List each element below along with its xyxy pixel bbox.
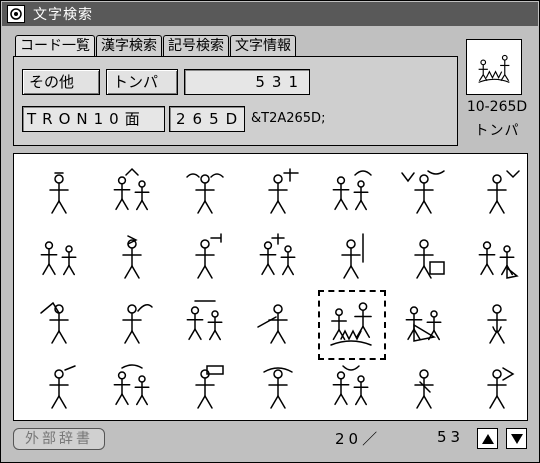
tomba-glyph-icon [113,363,149,405]
glyph-cell[interactable] [460,160,533,225]
tomba-glyph-icon [486,366,514,409]
tomba-glyph-icon [267,167,299,214]
tomba-glyph-icon [194,364,224,409]
window-title: 文字検索 [33,7,93,23]
escape-sequence-text: &T2A265D; [251,111,326,126]
code-list-panel: その他 トンパ 531 TRON10面 265D &T2A265D; [13,56,458,146]
tomba-glyph-icon [113,167,149,210]
preview-code-label: 10-265D [466,99,528,115]
character-grid-frame [13,153,528,421]
tab-char-info[interactable]: 文字情報 [230,35,296,57]
tomba-glyph-icon [332,364,368,405]
plane-field[interactable]: TRON10面 [22,106,165,132]
tomba-glyph-icon [39,301,69,344]
glyph-cell[interactable] [22,225,95,290]
glyph-cell[interactable] [22,355,95,420]
glyph-cell[interactable] [95,290,168,355]
tomba-glyph-icon [186,299,222,340]
glyph-cell[interactable] [387,225,460,290]
glyph-cell[interactable] [460,290,533,355]
arrow-up-icon [481,433,494,444]
glyph-cell[interactable] [168,160,241,225]
tab-kanji-search[interactable]: 漢字検索 [96,35,162,57]
tomba-glyph-icon [48,171,69,214]
glyph-cell[interactable] [241,290,314,355]
glyph-cell[interactable] [95,225,168,290]
external-dictionary-button[interactable]: 外部辞書 [13,428,105,450]
glyph-cell[interactable] [241,160,314,225]
tomba-glyph-icon [121,303,153,344]
tab-code-list[interactable]: コード一覧 [15,35,95,57]
tomba-glyph-icon [400,169,445,214]
glyph-cell[interactable] [168,290,241,355]
tomba-glyph-icon [340,232,364,279]
tomba-glyph-icon [478,240,519,279]
glyph-cell[interactable] [460,355,533,420]
glyph-cell[interactable] [22,290,95,355]
glyph-cell[interactable] [314,355,387,420]
glyph-cell[interactable] [387,355,460,420]
character-grid [22,160,533,420]
tomba-glyph-icon [40,240,76,275]
character-preview [466,39,522,95]
tomba-glyph-icon [486,303,507,344]
glyph-cell[interactable] [460,225,533,290]
glyph-cell[interactable] [168,355,241,420]
glyph-cell[interactable] [241,355,314,420]
tomba-glyph-icon [405,305,441,342]
glyph-cell[interactable] [387,160,460,225]
tomba-glyph-icon [185,172,224,214]
page-down-button[interactable] [506,428,527,449]
tomba-glyph-icon [329,301,372,346]
tomba-glyph-icon [259,232,295,275]
tomba-glyph-icon [194,232,222,279]
tomba-glyph-icon [413,368,434,409]
preview-name-label: トンパ [474,123,520,139]
code-field[interactable]: 265D [169,106,245,132]
tomba-glyph-icon [332,169,372,210]
glyph-cell[interactable] [95,355,168,420]
glyph-cell[interactable] [314,160,387,225]
glyph-cell[interactable] [22,160,95,225]
character-number-field[interactable]: 531 [184,69,310,95]
page-current: 20／ [335,430,382,448]
tomba-glyph-icon [486,169,520,214]
tab-bar: コード一覧 漢字検索 記号検索 文字情報 [15,35,297,57]
tomba-glyph-icon [48,364,76,409]
tomba-glyph-icon [413,238,445,279]
arrow-down-icon [510,433,523,444]
page-up-button[interactable] [477,428,498,449]
tomba-glyph-icon [121,234,142,279]
tab-symbol-search[interactable]: 記号検索 [163,35,229,57]
tomba-glyph-icon [262,366,293,409]
glyph-cell[interactable] [241,225,314,290]
tomba-glyph-icon [256,303,288,344]
glyph-cell[interactable] [95,160,168,225]
window-menu-icon[interactable] [7,5,25,23]
title-bar[interactable]: 文字検索 [2,2,538,26]
category-button[interactable]: その他 [22,69,100,95]
character-search-window: 文字検索 コード一覧 漢字検索 記号検索 文字情報 その他 トンパ 531 TR… [0,0,540,463]
subcategory-button[interactable]: トンパ [106,69,178,95]
glyph-cell[interactable] [314,225,387,290]
glyph-cell-selected[interactable] [314,290,387,360]
page-total: 53 [437,428,465,446]
glyph-cell[interactable] [168,225,241,290]
glyph-cell[interactable] [387,290,460,355]
